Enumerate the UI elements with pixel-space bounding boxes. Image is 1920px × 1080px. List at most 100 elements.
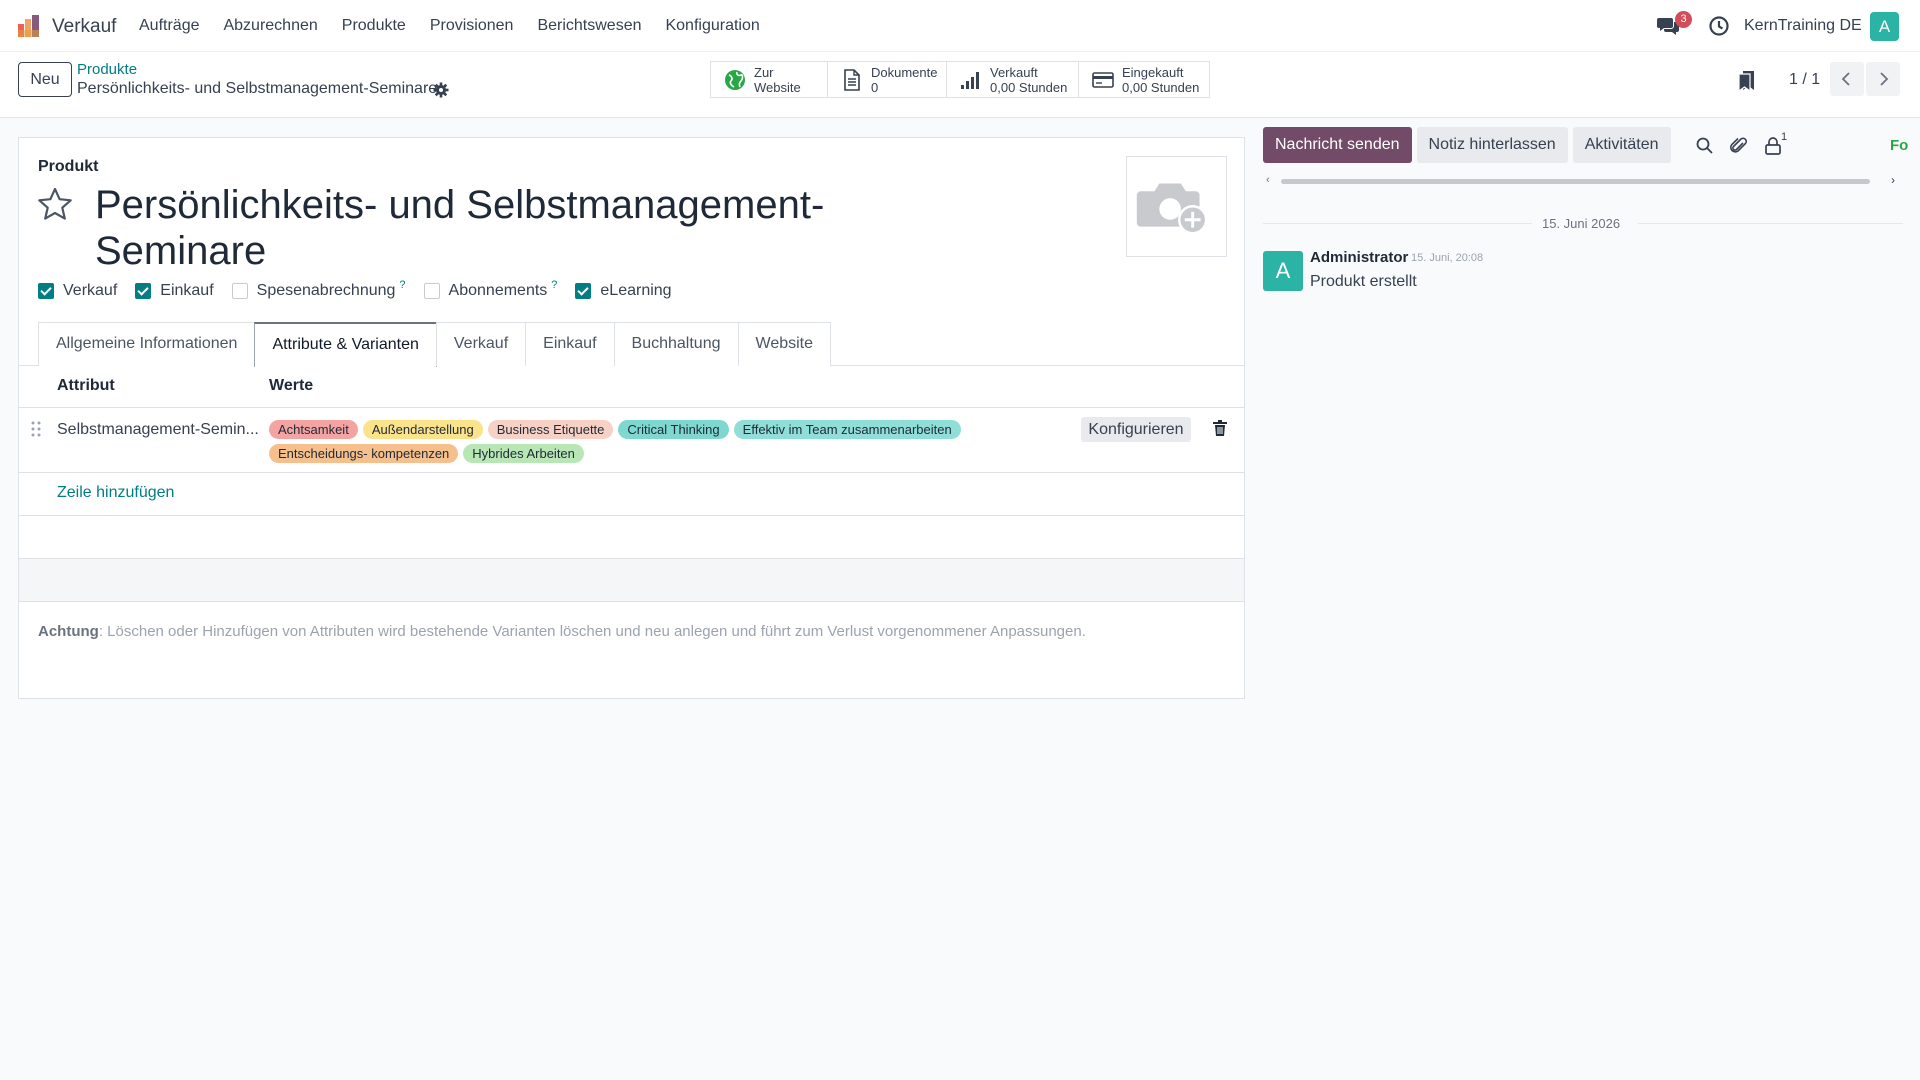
checkbox-elearning-label: eLearning (600, 282, 672, 299)
drag-handle-icon[interactable] (31, 421, 41, 437)
sales-app-icon[interactable] (17, 14, 41, 38)
log-note-button[interactable]: Notiz hinterlassen (1416, 127, 1568, 163)
user-avatar[interactable]: A (1870, 12, 1899, 41)
control-panel: Neu Produkte Persönlichkeits- und Selbst… (0, 52, 1920, 118)
pager-previous-button[interactable] (1830, 62, 1864, 96)
lock-followers-icon[interactable] (1763, 136, 1783, 156)
scroll-left-arrow[interactable]: ‹ (1266, 174, 1270, 186)
app-name[interactable]: Verkauf (52, 16, 116, 38)
menu-provisionen[interactable]: Provisionen (430, 17, 514, 35)
follow-button[interactable]: Fo (1890, 137, 1920, 154)
attribute-name-cell[interactable]: Selbstmanagement-Semin... (57, 421, 259, 439)
main-menu: Aufträge Abzurechnen Produkte Provisione… (139, 17, 784, 35)
breadcrumb-current: Persönlichkeits- und Selbstmanagement-Se… (77, 80, 438, 97)
message-count-badge: 3 (1675, 11, 1692, 28)
scrollbar-thumb[interactable] (1281, 179, 1870, 184)
globe-icon (725, 69, 745, 90)
bar-chart-icon (961, 71, 979, 89)
empty-row (19, 559, 1244, 602)
activities-button[interactable]: Aktivitäten (1572, 127, 1671, 163)
product-title-field[interactable]: Persönlichkeits- und Selbstmanagement-Se… (95, 182, 855, 274)
checkbox-einkauf-box[interactable] (135, 283, 152, 299)
tab-sales[interactable]: Verkauf (435, 322, 527, 366)
column-header-attribute[interactable]: Attribut (57, 377, 115, 395)
attribute-values-tags[interactable]: Achtsamkeit Außendarstellung Business Et… (269, 420, 1089, 463)
smart-button-website[interactable]: Zur Website (710, 61, 828, 98)
smart-button-purchased[interactable]: Eingekauft 0,00 Stunden (1078, 61, 1210, 98)
search-icon[interactable] (1695, 136, 1715, 156)
gear-icon[interactable] (433, 82, 449, 98)
bookmark-icon[interactable] (1738, 70, 1755, 92)
favorite-star-icon[interactable] (36, 186, 74, 224)
smart-button-sold-line1: Verkauft (990, 64, 1038, 80)
product-flags: Verkauf Einkauf Spesenabrechnung? Abonne… (38, 279, 690, 300)
tab-website[interactable]: Website (737, 322, 832, 366)
message-author-avatar[interactable]: A (1263, 251, 1303, 291)
scroll-right-arrow[interactable]: › (1891, 173, 1895, 187)
checkbox-abonnements-box[interactable] (423, 283, 440, 299)
activity-clock-icon[interactable] (1708, 15, 1730, 37)
smart-button-purchased-line1: Eingekauft (1122, 64, 1184, 80)
smart-button-documents[interactable]: Dokumente 0 (827, 61, 947, 98)
value-tag: Entscheidungs- kompetenzen (269, 444, 459, 463)
document-icon (844, 68, 860, 91)
pager-value[interactable]: 1 / 1 (1789, 71, 1820, 89)
checkbox-elearning-box[interactable] (575, 283, 592, 299)
pager-next-button[interactable] (1866, 62, 1900, 96)
follower-count: 1 (1781, 131, 1788, 143)
date-separator: 15. Juni 2026 (1263, 215, 1903, 231)
value-tag: Business Etiquette (487, 420, 614, 439)
checkbox-abonnements[interactable]: Abonnements? (423, 279, 557, 300)
configure-button[interactable]: Konfigurieren (1081, 417, 1191, 442)
form-tabs: Allgemeine Informationen Attribute & Var… (38, 322, 832, 367)
help-tooltip-icon[interactable]: ? (399, 279, 405, 291)
checkbox-einkauf[interactable]: Einkauf (135, 282, 214, 300)
empty-row (19, 516, 1244, 559)
checkbox-verkauf[interactable]: Verkauf (38, 282, 117, 300)
message-body: Produkt erstellt (1310, 273, 1417, 290)
table-row[interactable]: Selbstmanagement-Semin... Achtsamkeit Au… (19, 408, 1244, 473)
checkbox-spesenabrechnung-box[interactable] (231, 283, 248, 299)
camera-plus-icon (1136, 183, 1208, 235)
smart-button-documents-line1: Dokumente (871, 64, 938, 80)
smart-button-purchased-line2: 0,00 Stunden (1122, 79, 1200, 95)
paperclip-icon[interactable] (1729, 136, 1749, 156)
breadcrumb-parent-link[interactable]: Produkte (77, 61, 137, 78)
menu-produkte[interactable]: Produkte (342, 17, 406, 35)
column-header-values[interactable]: Werte (269, 377, 313, 395)
tab-purchase[interactable]: Einkauf (525, 322, 615, 366)
checkbox-einkauf-label: Einkauf (160, 282, 214, 299)
tab-attributes-variants[interactable]: Attribute & Varianten (254, 322, 437, 367)
smart-button-sold[interactable]: Verkauft 0,00 Stunden (946, 61, 1079, 98)
value-tag: Achtsamkeit (269, 420, 358, 439)
credit-card-icon (1092, 71, 1114, 88)
chatter-horizontal-scrollbar[interactable]: ‹ › (1263, 173, 1904, 189)
company-switcher[interactable]: KernTraining DE (1744, 17, 1862, 35)
menu-berichtswesen[interactable]: Berichtswesen (537, 17, 641, 35)
send-message-button[interactable]: Nachricht senden (1263, 127, 1412, 163)
checkbox-elearning[interactable]: eLearning (575, 282, 672, 300)
new-button[interactable]: Neu (18, 62, 72, 97)
warning-text: : Löschen oder Hinzufügen von Attributen… (98, 623, 1086, 640)
menu-abzurechnen[interactable]: Abzurechnen (223, 17, 317, 35)
smart-button-documents-line2: 0 (871, 79, 879, 95)
checkbox-spesenabrechnung-label: Spesenabrechnung (256, 282, 396, 299)
menu-konfiguration[interactable]: Konfiguration (665, 17, 759, 35)
chevron-right-icon (1880, 72, 1889, 86)
attribute-table-header: Attribut Werte (19, 366, 1244, 408)
help-tooltip-icon[interactable]: ? (551, 279, 557, 291)
menu-auftraege[interactable]: Aufträge (139, 17, 199, 35)
message-author[interactable]: Administrator (1310, 249, 1408, 266)
add-line-link[interactable]: Zeile hinzufügen (57, 484, 174, 502)
checkbox-verkauf-box[interactable] (38, 283, 54, 299)
checkbox-spesenabrechnung[interactable]: Spesenabrechnung? (231, 279, 406, 300)
trash-icon[interactable] (1213, 420, 1227, 436)
tab-accounting[interactable]: Buchhaltung (613, 322, 739, 366)
checkbox-abonnements-label: Abonnements (448, 282, 548, 299)
tab-general-info[interactable]: Allgemeine Informationen (38, 322, 256, 366)
product-image-upload[interactable] (1126, 156, 1227, 257)
value-tag: Hybrides Arbeiten (463, 444, 584, 463)
smart-button-sold-line2: 0,00 Stunden (990, 79, 1068, 95)
warning-label: Achtung (38, 623, 99, 640)
checkbox-verkauf-label: Verkauf (63, 282, 118, 299)
